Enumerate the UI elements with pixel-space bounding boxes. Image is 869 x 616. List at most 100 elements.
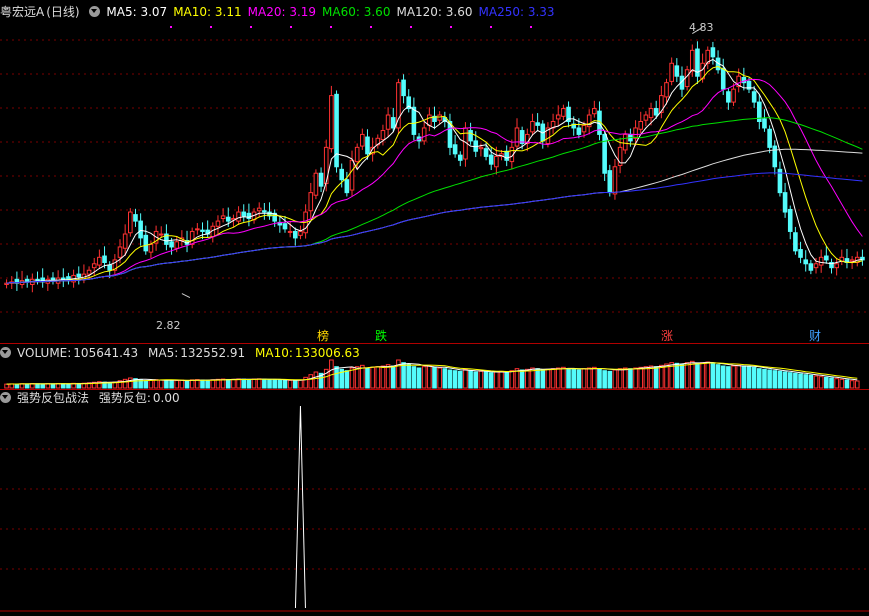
volume-bar: [282, 379, 288, 389]
candle-body: [437, 114, 442, 121]
candle-body: [478, 146, 484, 150]
volume-bar: [365, 367, 370, 389]
volume-bar: [287, 379, 293, 389]
volume-bar: [432, 366, 437, 389]
volume-menu-icon[interactable]: [0, 347, 11, 358]
volume-bar: [561, 366, 566, 389]
candle-body: [720, 67, 726, 90]
event-dot: [250, 26, 252, 28]
ma-legend-item: MA60: 3.60: [322, 5, 391, 19]
tag-bang-text: 榜: [317, 329, 330, 343]
volume-bar: [452, 370, 458, 389]
candle-body: [365, 136, 370, 155]
candle-body: [452, 144, 458, 155]
candle-body: [138, 220, 143, 239]
volume-bar: [277, 379, 283, 389]
volume-bar: [787, 372, 793, 389]
volume-value: 105641.43: [73, 346, 139, 360]
volume-bar: [401, 362, 406, 389]
candle-body: [834, 263, 839, 269]
volume-bar: [555, 367, 561, 389]
volume-bar: [638, 366, 644, 389]
candle-body: [468, 130, 473, 142]
volume-bar: [854, 380, 860, 389]
volume-bar: [504, 371, 509, 389]
event-dot: [170, 26, 172, 28]
indicator-menu-icon[interactable]: [89, 6, 101, 17]
volume-ma10-label: MA10:: [255, 346, 293, 360]
volume-bar: [684, 362, 690, 389]
volume-ma10-value: 133006.63: [294, 346, 360, 360]
candle-body: [808, 263, 814, 271]
candle-body: [638, 120, 644, 130]
candle-body: [91, 263, 97, 269]
candle-body: [602, 133, 607, 174]
candle-body: [514, 127, 520, 147]
volume-bar: [158, 379, 164, 389]
volume-bar: [380, 365, 386, 389]
volume-bar: [597, 368, 602, 389]
candle-body: [107, 264, 112, 271]
candle-body: [798, 249, 803, 258]
candle-body: [818, 256, 824, 266]
ma60-line: [6, 117, 863, 284]
candle-body: [169, 241, 174, 248]
candle-body: [236, 211, 241, 222]
candle-body: [215, 220, 221, 227]
main-legend: 粤宏远A (日线) MA5: 3.07 MA10: 3.11 MA20: 3.19 MA…: [0, 4, 567, 20]
candle-body: [555, 114, 561, 120]
volume-bar: [122, 378, 128, 389]
volume-bar: [648, 365, 654, 389]
volume-bar: [741, 365, 747, 389]
candle-body: [674, 65, 680, 77]
candle-body: [349, 159, 355, 191]
volume-bar: [354, 366, 360, 389]
volume-bar: [262, 378, 267, 389]
candle-body: [390, 117, 396, 129]
candle-body: [622, 133, 628, 151]
volume-bar: [519, 369, 525, 389]
candle-body: [653, 108, 659, 116]
volume-bar: [674, 362, 680, 389]
volume-bar: [612, 369, 618, 389]
candle-body: [133, 214, 138, 222]
candle-body: [633, 127, 638, 139]
volume-bar: [509, 370, 515, 389]
volume-bar: [767, 369, 772, 389]
volume-bar: [581, 368, 587, 389]
volume-bar: [14, 383, 20, 389]
volume-bar: [488, 372, 494, 389]
tag-zhang: 涨: [660, 329, 674, 343]
volume-bar: [421, 366, 427, 389]
volume-bar: [303, 376, 308, 389]
low-marker: [181, 293, 191, 298]
volume-bar: [205, 379, 210, 389]
low-price-label: 2.82: [156, 319, 181, 332]
candle-body: [195, 228, 200, 231]
indicator-panel-menu-icon[interactable]: [0, 392, 11, 403]
candle-body: [282, 223, 288, 230]
volume-bar: [463, 368, 468, 389]
candle-body: [344, 179, 350, 194]
candle-body: [751, 91, 757, 103]
kline-chart[interactable]: [0, 0, 869, 616]
volume-bar: [447, 369, 453, 389]
volume-bar: [494, 371, 499, 389]
volume-ma5-label: MA5:: [148, 346, 179, 360]
candle-body: [354, 146, 360, 163]
event-dot: [210, 26, 212, 28]
candle-body: [256, 207, 262, 212]
volume-bar: [679, 363, 685, 389]
volume-bar: [442, 368, 448, 389]
volume-bar: [808, 374, 814, 389]
volume-bar: [107, 382, 112, 389]
candle-body: [262, 210, 267, 213]
candle-body: [411, 106, 417, 135]
candle-body: [643, 114, 649, 121]
volume-bar: [313, 371, 319, 389]
candle-body: [664, 82, 669, 98]
volume-legend: VOLUME: 105641.43 MA5: 132552.91 MA10: 1330…: [0, 345, 366, 361]
volume-bar: [164, 380, 169, 389]
candle-body: [483, 148, 489, 157]
candle-body: [726, 91, 731, 103]
